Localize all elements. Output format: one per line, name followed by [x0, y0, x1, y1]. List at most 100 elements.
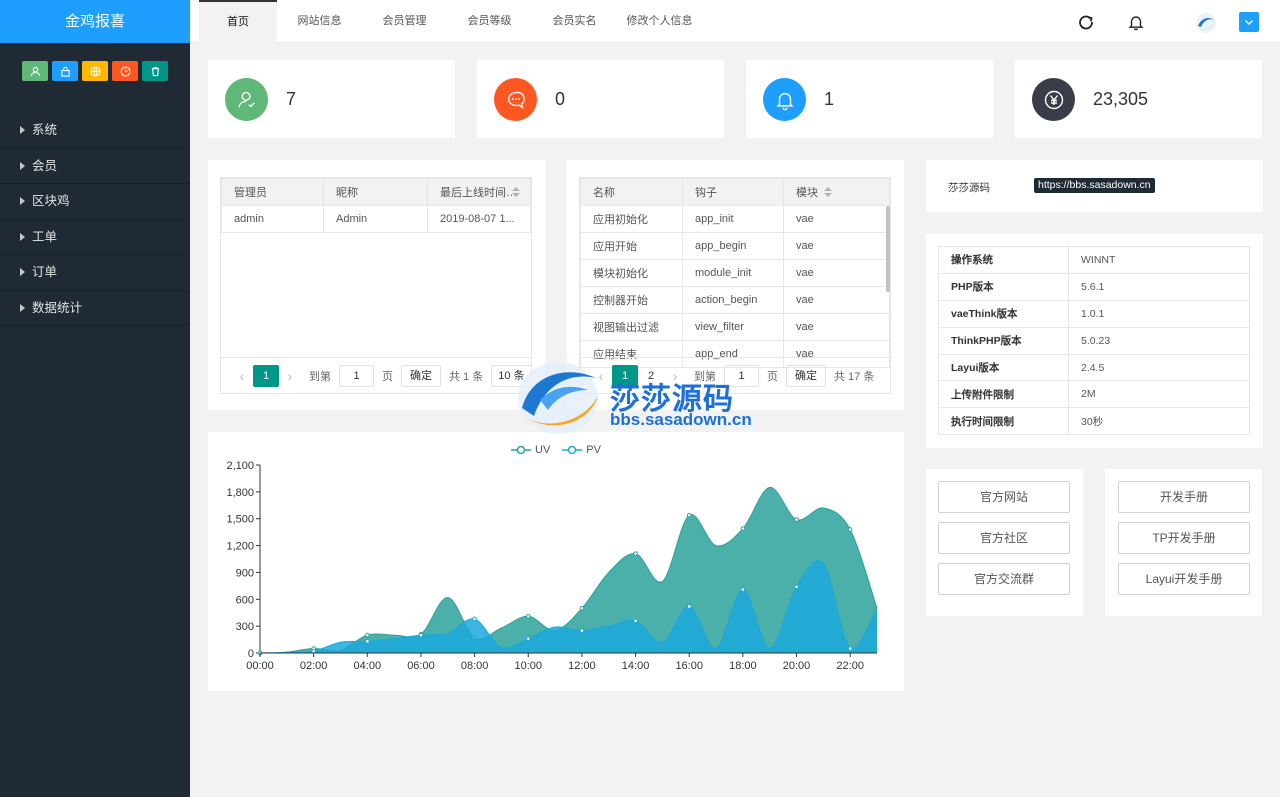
table-scrollbar[interactable] — [886, 206, 890, 292]
data-point-pv — [365, 639, 370, 644]
tp-manual-button[interactable]: TP开发手册 — [1118, 522, 1250, 554]
caret-right-icon — [20, 303, 25, 312]
x-tick-label: 06:00 — [407, 660, 435, 672]
cell-module: vae — [783, 313, 890, 341]
data-point-pv — [311, 648, 316, 654]
sidebar-item-label: 系统 — [32, 123, 58, 137]
sidebar-item-label: 区块鸡 — [32, 194, 70, 208]
refresh-icon[interactable] — [1077, 13, 1095, 31]
sidebar-item-members[interactable]: 会员 — [0, 149, 190, 184]
data-point-pv — [847, 646, 853, 651]
x-tick-label: 22:00 — [836, 660, 864, 672]
data-point-uv — [794, 517, 799, 522]
next-page-icon[interactable]: › — [279, 368, 301, 384]
stat-card-members: 7 — [208, 60, 455, 138]
column-header-hook[interactable]: 钩子 — [682, 178, 784, 206]
info-row: 上传附件限制 2M — [938, 380, 1250, 409]
quick-trash-button[interactable] — [142, 61, 168, 81]
info-row: 操作系统 WINNT — [938, 246, 1250, 274]
table-row[interactable]: 模块初始化 module_init vae — [580, 259, 890, 287]
sidebar-item-blockchain-chicken[interactable]: 区块鸡 — [0, 184, 190, 220]
sidebar-item-label: 工单 — [32, 229, 58, 244]
layui-manual-button[interactable]: Layui开发手册 — [1118, 563, 1250, 595]
table-row[interactable]: 应用初始化 app_init vae — [580, 205, 890, 233]
chevron-down-icon — [1245, 20, 1253, 25]
cell-module: vae — [783, 205, 890, 233]
info-row: PHP版本 5.6.1 — [938, 272, 1250, 301]
sidebar-item-statistics[interactable]: 数据统计 — [0, 291, 190, 326]
bell-icon — [775, 92, 794, 110]
tab-site-info[interactable]: 网站信息 — [277, 0, 362, 43]
sidebar: 金鸡报喜 系统 会员 区块鸡 工单 订单 数据统计 — [0, 0, 190, 797]
bell-icon[interactable] — [1127, 13, 1145, 31]
cell-hook: module_init — [682, 259, 784, 287]
sidebar-item-orders[interactable]: 订单 — [0, 255, 190, 291]
data-point-uv — [847, 527, 853, 532]
sidebar-item-label: 订单 — [32, 265, 58, 279]
info-value: 5.0.23 — [1068, 326, 1250, 355]
cell-hook: app_init — [682, 205, 784, 233]
official-group-button[interactable]: 官方交流群 — [938, 563, 1070, 595]
tab-home[interactable]: 首页 — [199, 0, 277, 43]
table-row[interactable]: admin Admin 2019-08-07 1... — [221, 205, 531, 233]
sidebar-item-system[interactable]: 系统 — [0, 113, 190, 149]
source-link[interactable]: https://bbs.sasadown.cn — [1034, 178, 1155, 193]
x-tick-label: 00:00 — [246, 660, 274, 672]
info-key: 执行时间限制 — [938, 407, 1069, 436]
sidebar-item-tickets[interactable]: 工单 — [0, 220, 190, 255]
table-row[interactable]: 控制器开始 action_begin vae — [580, 286, 890, 314]
stat-icon-circle — [225, 78, 268, 121]
tab-bar: 首页 网站信息 会员管理 会员等级 会员实名 修改个人信息 — [199, 0, 702, 43]
goto-page-input[interactable]: 1 — [339, 365, 374, 387]
dev-manual-button[interactable]: 开发手册 — [1118, 481, 1250, 513]
app-logo[interactable]: 金鸡报喜 — [0, 0, 190, 43]
quick-globe-button[interactable] — [82, 61, 108, 81]
confirm-page-button[interactable]: 确定 — [401, 365, 441, 387]
stat-card-messages: 0 — [477, 60, 724, 138]
column-header-name[interactable]: 名称 — [580, 178, 683, 206]
cell-module: vae — [783, 286, 890, 314]
quick-lock-button[interactable] — [52, 61, 78, 81]
column-header-module[interactable]: 模块 — [783, 178, 890, 206]
page-current[interactable]: 1 — [253, 365, 279, 387]
user-menu-button[interactable] — [1239, 12, 1259, 32]
traffic-chart[interactable]: 0 300 600 900 1,200 1,500 1,800 2,100 00:00 02:00… — [208, 432, 904, 691]
tab-member-levels[interactable]: 会员等级 — [447, 0, 532, 43]
cell-module: vae — [783, 232, 890, 260]
official-community-button[interactable]: 官方社区 — [938, 522, 1070, 554]
cell-last-online: 2019-08-07 1... — [427, 205, 531, 233]
tab-member-verification[interactable]: 会员实名 — [532, 0, 617, 43]
cell-name: 模块初始化 — [580, 259, 683, 287]
stat-icon-circle — [494, 78, 537, 121]
info-key: 操作系统 — [938, 246, 1069, 274]
info-key: Layui版本 — [938, 353, 1069, 382]
cell-name: 控制器开始 — [580, 286, 683, 314]
official-site-button[interactable]: 官方网站 — [938, 481, 1070, 513]
tab-member-management[interactable]: 会员管理 — [362, 0, 447, 43]
column-header-admin[interactable]: 管理员 — [221, 178, 324, 206]
table-row[interactable]: 视图输出过滤 view_filter vae — [580, 313, 890, 341]
cell-hook: action_begin — [682, 286, 784, 314]
caret-right-icon — [20, 161, 25, 170]
column-header-nickname[interactable]: 昵称 — [323, 178, 428, 206]
column-header-last-online[interactable]: 最后上线时间 — [427, 178, 531, 206]
avatar[interactable] — [1195, 12, 1217, 34]
stat-icon-circle — [763, 78, 806, 121]
prev-page-icon[interactable]: ‹ — [231, 368, 253, 384]
tab-edit-profile[interactable]: 修改个人信息 — [617, 0, 702, 43]
cell-admin: admin — [221, 205, 324, 233]
confirm-page-button[interactable]: 确定 — [786, 365, 826, 387]
quick-clock-button[interactable] — [112, 61, 138, 81]
quick-user-button[interactable] — [22, 61, 48, 81]
data-point-uv — [740, 526, 746, 531]
table-row[interactable]: 应用开始 app_begin vae — [580, 232, 890, 260]
source-label: 莎莎源码 — [948, 182, 990, 194]
info-value: 2.4.5 — [1068, 353, 1250, 382]
sort-icon[interactable] — [824, 187, 832, 197]
data-point-pv — [633, 618, 638, 624]
info-key: vaeThink版本 — [938, 299, 1069, 328]
info-row: 执行时间限制 30秒 — [938, 407, 1250, 436]
official-links-card: 官方网站 官方社区 官方交流群 — [926, 469, 1083, 616]
info-value: 30秒 — [1068, 407, 1250, 436]
source-card: 莎莎源码 https://bbs.sasadown.cn — [926, 160, 1263, 212]
